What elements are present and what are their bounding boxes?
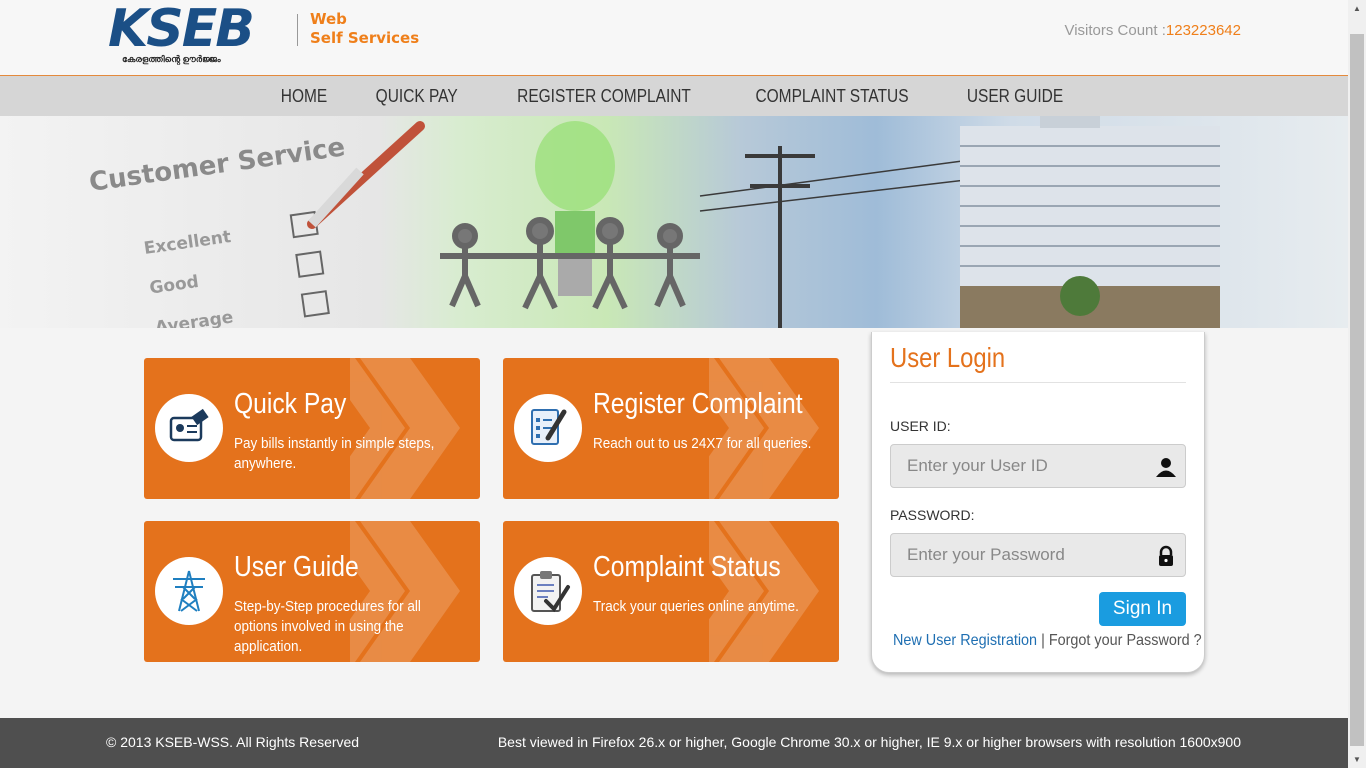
login-title: User Login <box>890 342 1006 373</box>
visitors-label: Visitors Count : <box>1064 22 1166 39</box>
tile-title: User Guide <box>234 551 359 583</box>
logo-text: KSEB <box>108 0 255 59</box>
user-id-field-wrapper <box>890 444 1186 488</box>
password-input[interactable] <box>891 534 1141 576</box>
user-guide-tile[interactable]: User Guide Step-by-Step procedures for a… <box>144 521 480 662</box>
banner-option-excellent: Excellent <box>143 227 233 259</box>
tile-description: Step-by-Step procedures for all options … <box>234 598 421 655</box>
site-name-line2: Self Services <box>310 29 420 47</box>
form-pen-icon <box>514 394 582 462</box>
banner-option-good: Good <box>148 272 200 299</box>
nav-user-guide[interactable]: USER GUIDE <box>967 86 1063 107</box>
logo-tagline: കേരളത്തിന്റെ ഊർജ്ജം <box>122 54 221 64</box>
new-user-registration-link[interactable]: New User Registration <box>893 632 1037 649</box>
register-complaint-tile[interactable]: Register Complaint Reach out to us 24X7 … <box>503 358 839 499</box>
user-icon <box>1156 458 1176 477</box>
nav-register-complaint[interactable]: REGISTER COMPLAINT <box>517 86 691 107</box>
tile-description: Reach out to us 24X7 for all queries. <box>593 435 812 452</box>
scroll-down-arrow-icon[interactable]: ▼ <box>1348 751 1366 768</box>
kseb-logo[interactable]: KSEB കേരളത്തിന്റെ ഊർജ്ജം <box>108 2 288 70</box>
hero-banner: Customer Service Excellent Good Average <box>0 116 1348 328</box>
tile-description: Pay bills instantly in simple steps, any… <box>234 435 435 472</box>
link-separator: | <box>1041 632 1045 649</box>
sign-in-button[interactable]: Sign In <box>1099 592 1186 626</box>
banner-checklist-heading: Customer Service <box>87 132 347 198</box>
visitors-counter: Visitors Count :123223642 <box>1064 22 1241 39</box>
user-id-input[interactable] <box>891 445 1141 487</box>
banner-option-average: Average <box>154 307 235 328</box>
nav-home[interactable]: HOME <box>281 86 327 107</box>
user-id-label: USER ID: <box>890 418 951 434</box>
password-field-wrapper <box>890 533 1186 577</box>
lock-icon <box>1159 545 1173 566</box>
chevron-decoration <box>709 358 819 499</box>
tile-description: Track your queries online anytime. <box>593 598 799 615</box>
login-divider <box>890 382 1186 383</box>
logo-divider <box>297 14 298 46</box>
vertical-scrollbar[interactable]: ▲ ▼ <box>1348 0 1366 768</box>
chevron-decoration <box>350 358 460 499</box>
site-name-line1: Web <box>310 10 347 28</box>
password-label: PASSWORD: <box>890 507 975 523</box>
forgot-password-link[interactable]: Forgot your Password ? <box>1049 632 1202 649</box>
quick-pay-tile[interactable]: Quick Pay Pay bills instantly in simple … <box>144 358 480 499</box>
site-name: Web Self Services <box>310 10 419 48</box>
transmission-tower-icon <box>155 557 223 625</box>
copyright-text: © 2013 KSEB-WSS. All Rights Reserved <box>106 734 360 750</box>
nav-quick-pay[interactable]: QUICK PAY <box>376 86 458 107</box>
bulb-illustration <box>535 121 615 296</box>
main-nav: HOME QUICK PAY REGISTER COMPLAINT COMPLA… <box>0 76 1348 116</box>
tile-title: Complaint Status <box>593 551 781 583</box>
building-illustration <box>960 116 1220 328</box>
site-header: KSEB കേരളത്തിന്റെ ഊർജ്ജം Web Self Servic… <box>0 0 1348 76</box>
visitors-count: 123223642 <box>1165 22 1241 39</box>
login-links: New User Registration | Forgot your Pass… <box>893 632 1202 650</box>
card-payment-icon <box>155 394 223 462</box>
chevron-decoration <box>709 521 819 662</box>
scroll-up-arrow-icon[interactable]: ▲ <box>1348 0 1366 17</box>
scrollbar-thumb[interactable] <box>1350 34 1364 746</box>
tile-title: Quick Pay <box>234 388 347 420</box>
nav-complaint-status[interactable]: COMPLAINT STATUS <box>755 86 908 107</box>
tile-title: Register Complaint <box>593 388 803 420</box>
site-footer: © 2013 KSEB-WSS. All Rights Reserved Bes… <box>0 718 1348 768</box>
browser-compatibility-note: Best viewed in Firefox 26.x or higher, G… <box>497 734 1241 750</box>
clipboard-check-icon <box>514 557 582 625</box>
user-login-panel: User Login USER ID: PASSWORD: Sign In Ne… <box>871 332 1205 673</box>
complaint-status-tile[interactable]: Complaint Status Track your queries onli… <box>503 521 839 662</box>
banner-illustration: Customer Service Excellent Good Average <box>87 116 1220 328</box>
